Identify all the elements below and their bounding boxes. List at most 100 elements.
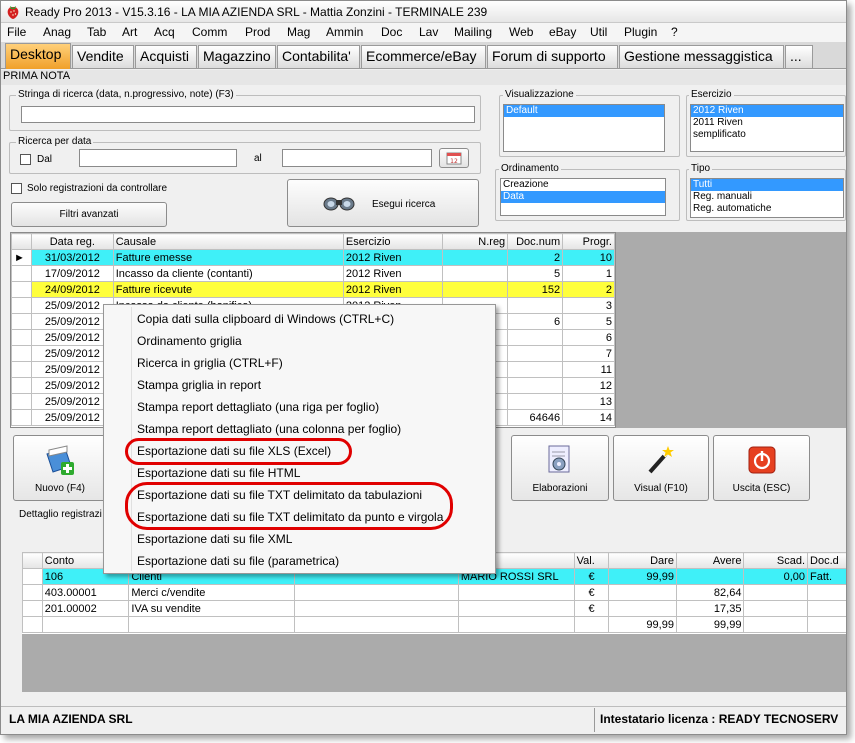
menu-plugin[interactable]: Plugin <box>624 25 657 39</box>
menu-art[interactable]: Art <box>122 25 137 39</box>
menu-prod[interactable]: Prod <box>245 25 270 39</box>
type-item-tutti[interactable]: Tutti <box>691 179 843 191</box>
cell-esercizio: 2012 Riven <box>342 281 443 298</box>
cell-avere: 17,35 <box>675 600 745 617</box>
date-to-input[interactable] <box>282 149 432 167</box>
menu-lav[interactable]: Lav <box>419 25 438 39</box>
menu-item-print-grid[interactable]: Stampa griglia in report <box>137 378 261 392</box>
menu-help[interactable]: ? <box>671 25 678 39</box>
menu-item-export-txt-tab[interactable]: Esportazione dati su file TXT delimitato… <box>137 488 422 502</box>
menu-web[interactable]: Web <box>509 25 533 39</box>
new-button[interactable]: Nuovo (F4) <box>13 435 107 501</box>
col-header-esercizio[interactable]: Esercizio <box>342 233 443 250</box>
cell-scad <box>743 616 809 633</box>
visualization-item-default[interactable]: Default <box>504 105 664 117</box>
tab-more[interactable]: ... <box>785 45 813 68</box>
cell-progr: 5 <box>562 313 615 330</box>
menu-item-grid-search[interactable]: Ricerca in griglia (CTRL+F) <box>137 356 283 370</box>
table-row[interactable]: 403.00001 Merci c/vendite € 82,64 <box>22 584 846 601</box>
row-indicator-header <box>11 233 32 250</box>
detail-col-avere[interactable]: Avere <box>675 552 745 569</box>
date-from-checkbox[interactable] <box>20 154 31 165</box>
menu-acq[interactable]: Acq <box>154 25 175 39</box>
detail-col-doc[interactable]: Doc.d <box>807 552 846 569</box>
row-indicator <box>11 265 32 282</box>
ordering-item-data[interactable]: Data <box>501 191 665 203</box>
menu-ammin[interactable]: Ammin <box>326 25 363 39</box>
ordering-item-creazione[interactable]: Creazione <box>501 179 665 191</box>
menu-item-export-xls[interactable]: Esportazione dati su file XLS (Excel) <box>137 444 331 458</box>
fiscal-year-list[interactable]: 2012 Riven 2011 Riven semplificato <box>690 104 844 152</box>
menu-mag[interactable]: Mag <box>287 25 310 39</box>
table-row[interactable]: 24/09/2012 Fatture ricevute 2012 Riven 1… <box>11 281 615 298</box>
tab-desktop[interactable]: Desktop <box>5 43 71 69</box>
fiscal-year-item[interactable]: 2012 Riven <box>691 105 843 117</box>
menu-anag[interactable]: Anag <box>43 25 71 39</box>
window-title: Ready Pro 2013 - V15.3.16 - LA MIA AZIEN… <box>25 5 488 19</box>
only-to-check-checkbox[interactable] <box>11 183 22 194</box>
date-from-input[interactable] <box>79 149 237 167</box>
visual-button[interactable]: Visual (F10) <box>613 435 709 501</box>
menu-ebay[interactable]: eBay <box>549 25 576 39</box>
detail-col-scad[interactable]: Scad. <box>743 552 809 569</box>
menu-util[interactable]: Util <box>590 25 607 39</box>
detail-col-val[interactable]: Val. <box>573 552 610 569</box>
fiscal-year-label: Esercizio <box>689 89 734 100</box>
table-row-totals[interactable]: 99,99 99,99 <box>22 616 846 633</box>
tab-magazzino[interactable]: Magazzino <box>198 45 276 68</box>
menu-tab[interactable]: Tab <box>87 25 106 39</box>
type-item-manual[interactable]: Reg. manuali <box>691 191 843 203</box>
table-row[interactable]: 17/09/2012 Incasso da cliente (contanti)… <box>11 265 615 282</box>
detail-col-dare[interactable]: Dare <box>608 552 677 569</box>
menu-file[interactable]: File <box>7 25 26 39</box>
visualization-label: Visualizzazione <box>503 89 576 100</box>
fiscal-year-item[interactable]: 2011 Riven <box>691 117 843 129</box>
menu-item-print-report-row[interactable]: Stampa report dettagliato (una riga per … <box>137 400 379 414</box>
status-license: Intestatario licenza : READY TECNOSERV <box>600 712 839 726</box>
tab-ecommerce-ebay[interactable]: Ecommerce/eBay <box>361 45 486 68</box>
fiscal-year-item[interactable]: semplificato <box>691 129 843 141</box>
ordering-list[interactable]: Creazione Data <box>500 178 666 216</box>
cell-docnum <box>507 345 564 362</box>
table-row[interactable]: ► 31/03/2012 Fatture emesse 2012 Riven 2… <box>11 249 615 266</box>
tab-gestione-messaggistica[interactable]: Gestione messaggistica <box>619 45 784 68</box>
search-input[interactable] <box>21 106 475 123</box>
menu-mailing[interactable]: Mailing <box>454 25 492 39</box>
type-list[interactable]: Tutti Reg. manuali Reg. automatiche <box>690 178 844 218</box>
tab-vendite[interactable]: Vendite <box>72 45 134 68</box>
col-header-progr[interactable]: Progr. <box>562 233 615 250</box>
status-divider <box>594 708 595 732</box>
visualization-list[interactable]: Default <box>503 104 665 152</box>
menu-item-grid-sort[interactable]: Ordinamento griglia <box>137 334 242 348</box>
elaborations-button[interactable]: Elaborazioni <box>511 435 609 501</box>
cell-progr: 14 <box>562 409 615 426</box>
cell-dare <box>608 584 677 601</box>
tab-contabilita[interactable]: Contabilita' <box>277 45 360 68</box>
cell-docnum: 2 <box>507 249 564 266</box>
menu-item-export-xml[interactable]: Esportazione dati su file XML <box>137 532 292 546</box>
cell-anagrafica <box>457 584 575 601</box>
table-row[interactable]: 201.00002 IVA su vendite € 17,35 <box>22 600 846 617</box>
run-search-button[interactable]: Esegui ricerca <box>287 179 479 227</box>
date-to-label: al <box>254 153 262 164</box>
menu-comm[interactable]: Comm <box>192 25 227 39</box>
cell-conto <box>41 616 130 633</box>
menu-item-print-report-column[interactable]: Stampa report dettagliato (una colonna p… <box>137 422 401 436</box>
exit-button[interactable]: Uscita (ESC) <box>713 435 810 501</box>
calendar-button[interactable]: 12 <box>439 148 469 168</box>
col-header-docnum[interactable]: Doc.num <box>507 233 564 250</box>
cell-docnum <box>507 297 564 314</box>
type-item-automatic[interactable]: Reg. automatiche <box>691 203 843 215</box>
advanced-filters-button[interactable]: Filtri avanzati <box>11 202 167 227</box>
menu-item-copy-clipboard[interactable]: Copia dati sulla clipboard di Windows (C… <box>137 312 394 326</box>
col-header-nreg[interactable]: N.reg <box>441 233 509 250</box>
menu-item-export-txt-semicolon[interactable]: Esportazione dati su file TXT delimitato… <box>137 510 443 524</box>
menu-item-export-parametric[interactable]: Esportazione dati su file (parametrica) <box>137 554 339 568</box>
col-header-causale[interactable]: Causale <box>112 233 344 250</box>
tab-acquisti[interactable]: Acquisti <box>135 45 197 68</box>
menu-item-export-html[interactable]: Esportazione dati su file HTML <box>137 466 300 480</box>
col-header-data-reg[interactable]: Data reg. <box>30 233 114 250</box>
menu-doc[interactable]: Doc <box>381 25 402 39</box>
date-search-label: Ricerca per data <box>16 136 94 147</box>
tab-forum[interactable]: Forum di supporto <box>487 45 618 68</box>
